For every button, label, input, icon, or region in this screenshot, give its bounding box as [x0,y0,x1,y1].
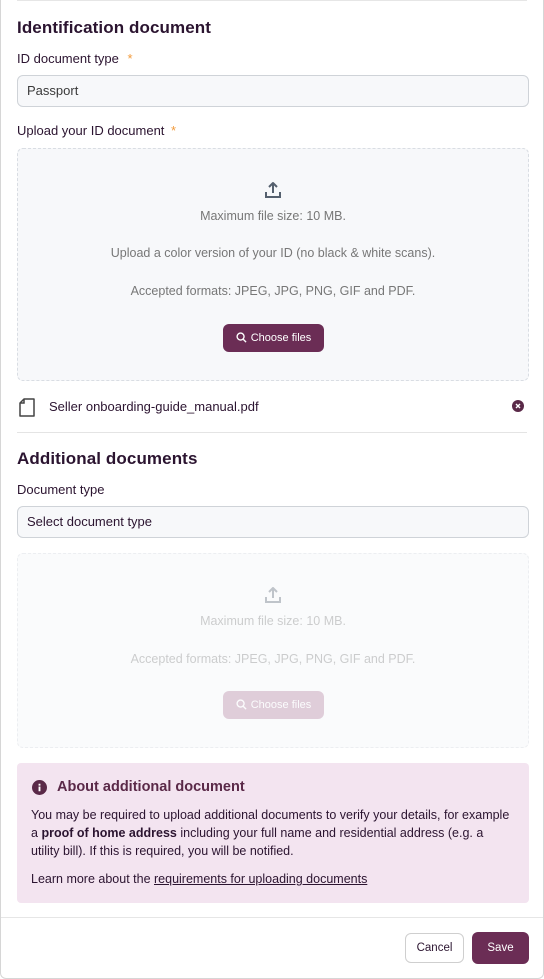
choose-files-label: Choose files [250,332,312,344]
search-icon [236,332,247,343]
save-button[interactable]: Save [472,932,529,964]
id-section-title: Identification document [17,18,212,37]
info-box-body: You may be required to upload additional… [31,806,515,860]
additional-dropzone: Maximum file size: 10 MB. Accepted forma… [17,553,529,748]
choose-files-button-disabled: Choose files [223,691,324,719]
info-body-bold: proof of home address [41,826,177,840]
doc-type-select[interactable]: Select document type [17,506,529,538]
top-divider [17,0,527,1]
id-doc-type-label: ID document type * [17,51,133,66]
id-dropzone[interactable]: Maximum file size: 10 MB. Upload a color… [17,148,529,381]
uploaded-file-name: Seller onboarding-guide_manual.pdf [49,399,259,414]
max-size-text: Maximum file size: 10 MB. [200,614,346,628]
choose-files-label: Choose files [250,699,312,711]
doc-type-placeholder: Select document type [27,514,153,529]
requirements-link[interactable]: requirements for uploading documents [154,872,367,886]
additional-dropzone-content: Maximum file size: 10 MB. Accepted forma… [18,554,528,747]
additional-document-info-box: About additional document You may be req… [17,763,529,903]
document-icon [19,398,35,417]
accepted-formats-text: Accepted formats: JPEG, JPG, PNG, GIF an… [130,652,416,666]
id-doc-type-value: Passport [27,83,79,98]
max-size-text: Maximum file size: 10 MB. [200,209,346,223]
document-upload-panel: Identification document ID document type… [0,0,544,979]
upload-id-label-text: Upload your ID document [17,123,165,138]
learn-more-line: Learn more about the requirements for up… [31,872,367,886]
uploaded-file-row: Seller onboarding-guide_manual.pdf [17,396,529,418]
section-divider [17,432,527,433]
choose-files-button[interactable]: Choose files [223,324,324,352]
upload-id-label: Upload your ID document * [17,123,176,138]
id-doc-type-select[interactable]: Passport [17,75,529,107]
doc-type-label: Document type [17,482,105,497]
info-icon [32,780,47,795]
cancel-button[interactable]: Cancel [405,933,464,963]
search-icon [236,699,247,710]
upload-icon [265,182,281,198]
required-indicator: * [171,123,177,138]
footer-divider [1,917,543,918]
accepted-formats-text: Accepted formats: JPEG, JPG, PNG, GIF an… [130,284,416,298]
close-circle-icon[interactable] [512,400,524,412]
required-indicator: * [127,51,133,66]
learn-more-prefix: Learn more about the [31,872,154,886]
additional-section-title: Additional documents [17,449,198,468]
color-note-text: Upload a color version of your ID (no bl… [110,246,436,260]
upload-icon [265,587,281,603]
id-doc-type-label-text: ID document type [17,51,119,66]
info-box-title: About additional document [57,779,245,795]
